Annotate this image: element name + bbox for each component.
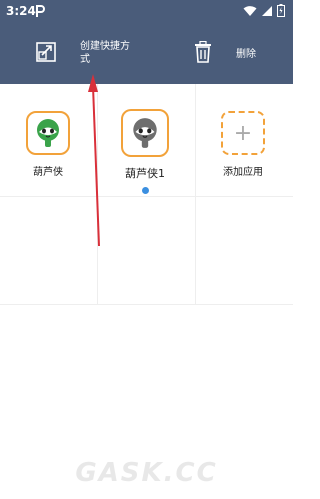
grid-divider	[0, 304, 293, 305]
watermark: GASK.CC	[75, 458, 218, 488]
delete-button[interactable]: 删除	[236, 45, 256, 60]
app-label: 添加应用	[223, 167, 263, 178]
add-app-tile[interactable]: + 添加应用	[195, 111, 291, 178]
status-bar: 3:24	[0, 0, 293, 24]
wifi-icon	[243, 5, 257, 16]
app-label: 葫芦侠1	[125, 167, 165, 180]
p-icon	[36, 5, 45, 17]
add-icon[interactable]: +	[221, 111, 265, 155]
action-bar: 创建快捷方式 删除	[0, 24, 293, 84]
app-tile-hulu1[interactable]: 葫芦侠1	[97, 109, 193, 194]
battery-icon	[277, 4, 285, 17]
gourd-gray-icon[interactable]	[121, 109, 169, 157]
signal-icon	[262, 5, 272, 16]
app-grid: 葫芦侠 葫芦侠1 + 添加应用	[0, 84, 293, 499]
status-indicators	[243, 4, 285, 17]
create-shortcut-button[interactable]: 创建快捷方式	[80, 40, 130, 66]
grid-divider	[0, 196, 293, 197]
selected-indicator	[141, 187, 149, 194]
gourd-green-icon[interactable]	[26, 111, 70, 155]
app-tile-hulu[interactable]: 葫芦侠	[0, 111, 96, 178]
create-shortcut-icon[interactable]	[36, 42, 56, 62]
trash-icon[interactable]	[194, 41, 212, 63]
app-label: 葫芦侠	[33, 167, 63, 178]
status-time: 3:24	[6, 4, 36, 18]
